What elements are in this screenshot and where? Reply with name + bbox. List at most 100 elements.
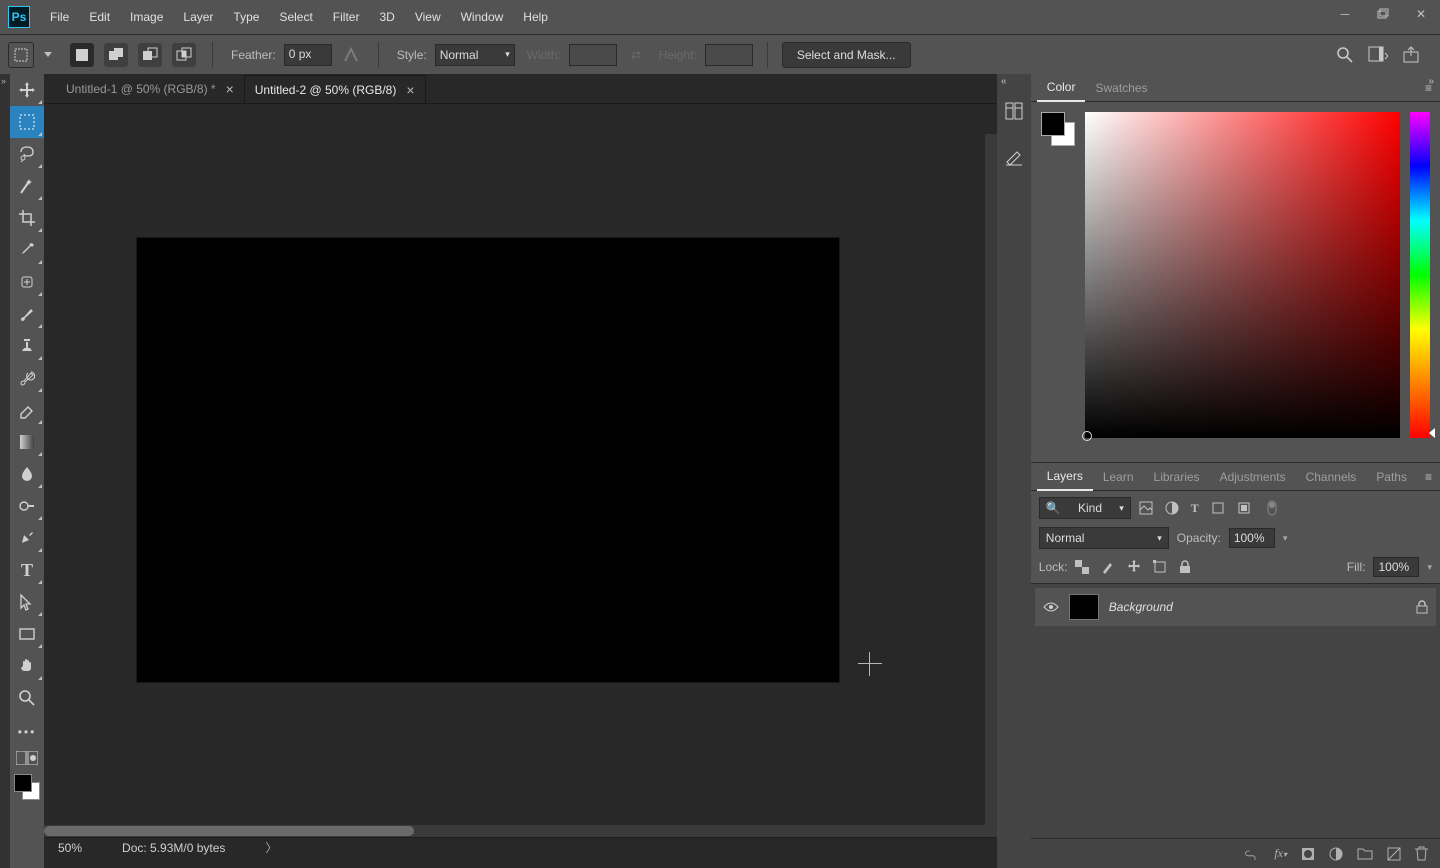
type-tool[interactable]: T	[10, 554, 44, 586]
horizontal-scrollbar[interactable]	[44, 825, 997, 837]
current-tool-indicator[interactable]	[8, 42, 34, 68]
menu-help[interactable]: Help	[513, 0, 558, 34]
crop-tool[interactable]	[10, 202, 44, 234]
foreground-color-swatch[interactable]	[14, 774, 32, 792]
dodge-tool[interactable]	[10, 490, 44, 522]
menu-3d[interactable]: 3D	[369, 0, 404, 34]
tab-channels[interactable]: Channels	[1296, 463, 1367, 491]
tool-preset-dropdown-icon[interactable]	[44, 52, 52, 57]
layer-filter-select[interactable]: 🔍Kind▾	[1039, 497, 1131, 519]
eyedropper-tool[interactable]	[10, 234, 44, 266]
collapse-panels-icon[interactable]: »	[1428, 76, 1434, 87]
selection-add-button[interactable]	[104, 43, 128, 67]
new-group-icon[interactable]	[1357, 847, 1373, 860]
hue-slider[interactable]	[1410, 112, 1430, 438]
opacity-input[interactable]: 100%	[1229, 528, 1275, 548]
tab-libraries[interactable]: Libraries	[1144, 463, 1210, 491]
lock-artboard-icon[interactable]	[1153, 560, 1167, 574]
new-layer-icon[interactable]	[1387, 847, 1401, 861]
move-tool[interactable]	[10, 74, 44, 106]
tab-paths[interactable]: Paths	[1366, 463, 1417, 491]
menu-view[interactable]: View	[405, 0, 451, 34]
layer-style-icon[interactable]: fx▾	[1274, 846, 1287, 861]
anti-alias-icon[interactable]	[340, 47, 364, 63]
menu-window[interactable]: Window	[451, 0, 514, 34]
menu-edit[interactable]: Edit	[79, 0, 120, 34]
quick-selection-tool[interactable]	[10, 170, 44, 202]
clone-stamp-tool[interactable]	[10, 330, 44, 362]
filter-toggle-icon[interactable]	[1267, 500, 1277, 516]
selection-intersect-button[interactable]	[172, 43, 196, 67]
canvas[interactable]	[137, 238, 839, 682]
search-icon[interactable]	[1336, 46, 1354, 64]
lock-position-icon[interactable]	[1127, 560, 1141, 574]
select-and-mask-button[interactable]: Select and Mask...	[782, 42, 911, 68]
layer-name[interactable]: Background	[1109, 600, 1173, 614]
share-icon[interactable]	[1402, 46, 1420, 64]
tab-swatches[interactable]: Swatches	[1085, 74, 1157, 102]
quick-mask-toggle[interactable]	[10, 748, 44, 768]
menu-select[interactable]: Select	[269, 0, 322, 34]
tab-layers[interactable]: Layers	[1037, 463, 1093, 491]
menu-file[interactable]: File	[40, 0, 79, 34]
vertical-scrollbar[interactable]	[985, 134, 997, 825]
tab-adjustments[interactable]: Adjustments	[1210, 463, 1296, 491]
brush-tool[interactable]	[10, 298, 44, 330]
edit-toolbar-button[interactable]: •••	[10, 716, 44, 748]
lock-transparency-icon[interactable]	[1075, 560, 1089, 574]
foreground-background-swatch[interactable]	[14, 774, 40, 800]
history-panel-icon[interactable]	[999, 94, 1029, 128]
path-selection-tool[interactable]	[10, 586, 44, 618]
filter-type-icon[interactable]: T	[1191, 501, 1199, 516]
delete-layer-icon[interactable]	[1415, 846, 1428, 861]
adjustment-layer-icon[interactable]	[1329, 847, 1343, 861]
filter-pixel-icon[interactable]	[1139, 501, 1153, 515]
tab-close-icon[interactable]: ×	[406, 82, 414, 98]
blur-tool[interactable]	[10, 458, 44, 490]
zoom-tool[interactable]	[10, 682, 44, 714]
panel-menu-icon[interactable]: ≡	[1417, 470, 1440, 484]
tab-close-icon[interactable]: ×	[226, 81, 234, 97]
layer-mask-icon[interactable]	[1301, 847, 1315, 861]
menu-layer[interactable]: Layer	[173, 0, 223, 34]
lock-icon[interactable]	[1416, 600, 1428, 614]
link-layers-icon[interactable]	[1244, 848, 1260, 860]
eraser-tool[interactable]	[10, 394, 44, 426]
feather-input[interactable]: 0 px	[284, 44, 332, 66]
fg-color-swatch[interactable]	[1041, 112, 1065, 136]
gradient-tool[interactable]	[10, 426, 44, 458]
blend-mode-select[interactable]: Normal▾	[1039, 527, 1169, 549]
healing-brush-tool[interactable]	[10, 266, 44, 298]
minimize-icon[interactable]: ─	[1326, 0, 1364, 28]
zoom-level[interactable]: 50%	[58, 841, 82, 855]
selection-new-button[interactable]	[70, 43, 94, 67]
filter-smart-icon[interactable]	[1237, 501, 1251, 515]
hand-tool[interactable]	[10, 650, 44, 682]
pen-tool[interactable]	[10, 522, 44, 554]
rectangular-marquee-tool[interactable]	[10, 106, 44, 138]
close-icon[interactable]: ✕	[1402, 0, 1440, 28]
fill-input[interactable]: 100%	[1373, 557, 1419, 577]
lasso-tool[interactable]	[10, 138, 44, 170]
saturation-brightness-picker[interactable]	[1085, 112, 1400, 438]
canvas-viewport[interactable]	[44, 104, 997, 868]
visibility-icon[interactable]	[1043, 601, 1059, 613]
layer-thumbnail[interactable]	[1069, 594, 1099, 620]
workspace-switcher-icon[interactable]	[1368, 46, 1388, 64]
layer-row[interactable]: Background	[1035, 588, 1436, 626]
filter-adjustment-icon[interactable]	[1165, 501, 1179, 515]
menu-filter[interactable]: Filter	[323, 0, 370, 34]
menu-image[interactable]: Image	[120, 0, 173, 34]
menu-type[interactable]: Type	[223, 0, 269, 34]
expand-chevron-icon[interactable]: »	[1, 76, 6, 86]
lock-all-icon[interactable]	[1179, 560, 1191, 574]
lock-pixels-icon[interactable]	[1101, 560, 1115, 574]
document-tab[interactable]: Untitled-2 @ 50% (RGB/8) ×	[244, 75, 426, 103]
document-tab[interactable]: Untitled-1 @ 50% (RGB/8) * ×	[56, 75, 244, 103]
history-brush-tool[interactable]	[10, 362, 44, 394]
tab-learn[interactable]: Learn	[1093, 463, 1144, 491]
properties-panel-icon[interactable]	[999, 140, 1029, 174]
selection-subtract-button[interactable]	[138, 43, 162, 67]
rectangle-tool[interactable]	[10, 618, 44, 650]
restore-icon[interactable]	[1364, 0, 1402, 28]
